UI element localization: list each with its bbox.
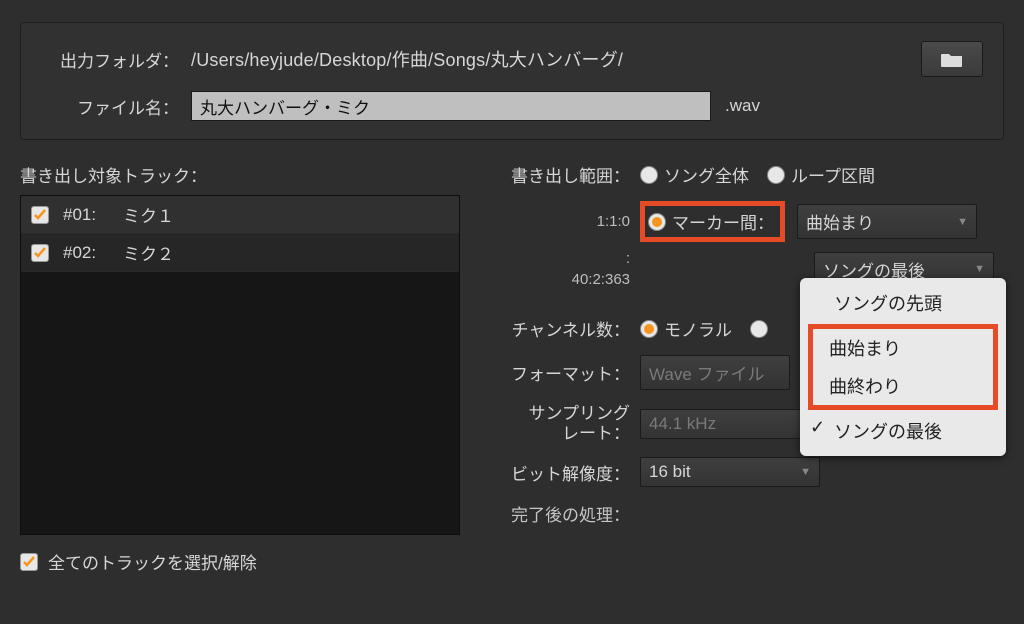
sampling-combo[interactable]: 44.1 kHz ▼ — [640, 409, 820, 439]
radio-icon — [640, 320, 658, 338]
radio-marker-label: マーカー間： — [672, 209, 774, 234]
select-all-row[interactable]: 全てのトラックを選択/解除 — [20, 549, 460, 574]
track-checkbox[interactable] — [31, 206, 49, 224]
select-all-label: 全てのトラックを選択/解除 — [48, 549, 257, 574]
marker-end-dropdown: ソングの先頭 曲始まり 曲終わり ソングの最後 — [800, 278, 1006, 456]
browse-folder-button[interactable] — [921, 41, 983, 77]
select-all-checkbox[interactable] — [20, 553, 38, 571]
bitdepth-label: ビット解像度： — [460, 460, 640, 485]
time-colon: : — [626, 248, 630, 269]
folder-icon — [941, 51, 963, 67]
format-combo[interactable]: Wave ファイル — [640, 355, 790, 390]
radio-icon — [640, 166, 658, 184]
dropdown-item-marker-end[interactable]: 曲終わり — [813, 367, 993, 405]
combo-value: 44.1 kHz — [649, 414, 716, 434]
time-start-block: 1:1:0 — [460, 211, 640, 232]
output-section: 出力フォルダ： /Users/heyjude/Desktop/作曲/Songs/… — [20, 22, 1004, 140]
postprocess-label: 完了後の処理： — [460, 501, 640, 526]
track-row[interactable]: #01: ミク１ — [21, 196, 459, 234]
combo-value: 曲始まり — [806, 209, 874, 234]
bitdepth-combo[interactable]: 16 bit ▼ — [640, 457, 820, 487]
radio-label: ソング全体 — [664, 162, 749, 187]
radio-label: ループ区間 — [791, 162, 875, 187]
chevron-down-icon: ▼ — [800, 466, 811, 478]
track-checkbox[interactable] — [31, 244, 49, 262]
track-id: #01: — [63, 205, 123, 225]
track-list: #01: ミク１ #02: ミク２ — [20, 195, 460, 535]
chevron-down-icon: ▼ — [974, 263, 985, 275]
marker-start-combo[interactable]: 曲始まり ▼ — [797, 204, 977, 239]
radio-marker-highlight: マーカー間： — [640, 201, 785, 242]
radio-label: モノラル — [664, 316, 732, 341]
radio-mono[interactable]: モノラル — [640, 316, 732, 341]
track-row[interactable]: #02: ミク２ — [21, 234, 459, 272]
radio-stereo[interactable] — [750, 320, 774, 338]
format-label: フォーマット： — [460, 360, 640, 385]
radio-marker[interactable] — [648, 213, 666, 231]
radio-song-whole[interactable]: ソング全体 — [640, 162, 749, 187]
radio-icon — [767, 166, 785, 184]
range-label: 書き出し範囲： — [460, 162, 640, 187]
sampling-label-1: サンプリング — [529, 404, 631, 423]
chevron-down-icon: ▼ — [957, 216, 968, 228]
filename-input[interactable] — [191, 91, 711, 121]
output-folder-label: 出力フォルダ： — [41, 47, 191, 72]
file-extension: .wav — [725, 96, 760, 116]
track-name: ミク２ — [123, 240, 174, 265]
combo-value: Wave ファイル — [649, 360, 765, 385]
output-folder-path: /Users/heyjude/Desktop/作曲/Songs/丸大ハンバーグ/ — [191, 46, 623, 72]
time-end: 40:2:363 — [572, 269, 630, 290]
sampling-label: サンプリング レート： — [460, 404, 640, 443]
track-id: #02: — [63, 243, 123, 263]
filename-label: ファイル名： — [41, 94, 191, 119]
dropdown-highlight: 曲始まり 曲終わり — [808, 324, 998, 410]
dropdown-item-song-start[interactable]: ソングの先頭 — [800, 284, 1006, 322]
combo-value: 16 bit — [649, 462, 691, 482]
track-name: ミク１ — [123, 202, 174, 227]
time-colon-block: : 40:2:363 — [460, 248, 640, 290]
dropdown-item-song-end[interactable]: ソングの最後 — [800, 412, 1006, 450]
tracks-heading: 書き出し対象トラック： — [20, 162, 460, 187]
sampling-label-2: レート： — [562, 424, 630, 443]
channels-label: チャンネル数： — [460, 316, 640, 341]
dropdown-item-marker-start[interactable]: 曲始まり — [813, 329, 993, 367]
radio-icon — [750, 320, 768, 338]
radio-loop[interactable]: ループ区間 — [767, 162, 875, 187]
time-start: 1:1:0 — [597, 211, 630, 232]
